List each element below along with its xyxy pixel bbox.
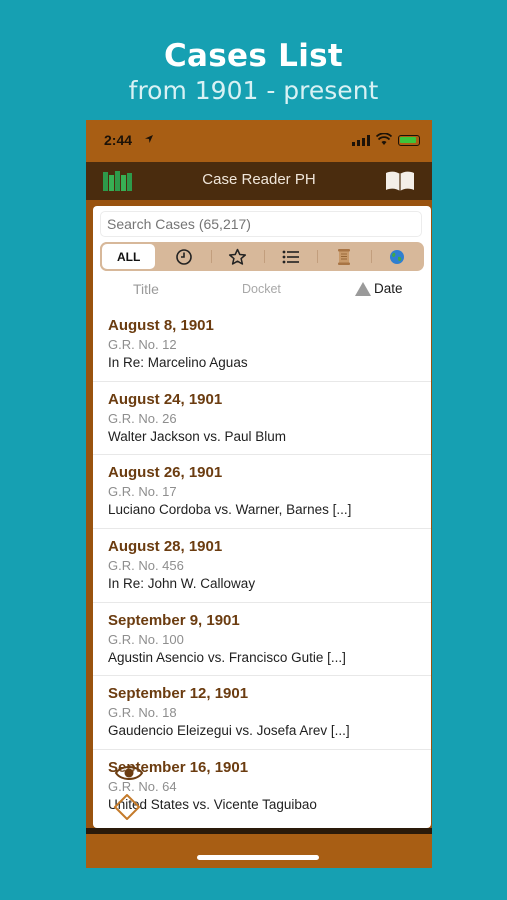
battery-icon — [398, 135, 420, 146]
case-date: September 16, 1901 — [108, 759, 249, 777]
case-list-item[interactable]: August 28, 1901 G.R. No. 456 In Re: John… — [93, 529, 431, 603]
wifi-icon — [376, 133, 392, 145]
case-parties: Luciano Cordoba vs. Warner, Barnes [...] — [108, 502, 352, 518]
nav-title: Case Reader PH — [202, 171, 316, 188]
case-number: G.R. No. 456 — [108, 558, 184, 574]
case-list-item[interactable]: August 26, 1901 G.R. No. 17 Luciano Cord… — [93, 455, 431, 530]
case-date: August 24, 1901 — [108, 390, 223, 408]
signal-icon — [352, 135, 370, 146]
case-list-item[interactable]: September 12, 1901 G.R. No. 18 Gaudencio… — [93, 676, 431, 751]
filter-favorites-button[interactable] — [210, 242, 264, 271]
filter-list-button[interactable] — [263, 242, 317, 271]
case-number: G.R. No. 18 — [108, 705, 177, 721]
case-parties: United States vs. Vicente Taguibao — [108, 797, 317, 813]
case-list-item[interactable]: August 24, 1901 G.R. No. 26 Walter Jacks… — [93, 382, 431, 456]
tag-icon[interactable] — [112, 792, 142, 822]
filter-scroll-button[interactable] — [317, 242, 370, 271]
promo-subtitle: from 1901 - present — [128, 76, 379, 105]
sort-date-label: Date — [374, 281, 403, 296]
case-list: August 8, 1901 G.R. No. 12 In Re: Marcel… — [93, 308, 431, 824]
sort-by-title-button[interactable]: Title — [133, 281, 159, 297]
clock-icon — [176, 248, 192, 265]
filter-segmented-control: ALL — [100, 242, 424, 271]
phone-screen: 2:44 Case Reader PH ALL — [86, 120, 432, 868]
case-number: G.R. No. 100 — [108, 631, 184, 647]
open-book-icon[interactable] — [384, 170, 416, 192]
star-icon — [228, 248, 246, 265]
case-date: August 8, 1901 — [108, 317, 214, 334]
sort-bar: Title Docket Date — [93, 278, 431, 302]
case-parties: Gaudencio Eleizegui vs. Josefa Arev [...… — [108, 723, 350, 739]
location-arrow-icon — [145, 135, 153, 143]
case-parties: In Re: Marcelino Aguas — [108, 355, 248, 370]
sort-by-date-button[interactable]: Date — [355, 281, 403, 296]
case-list-item[interactable]: August 8, 1901 G.R. No. 12 In Re: Marcel… — [93, 308, 431, 382]
case-date: August 26, 1901 — [108, 464, 223, 482]
case-parties: Walter Jackson vs. Paul Blum — [108, 428, 287, 444]
eye-icon[interactable] — [114, 763, 144, 783]
filter-all-label: ALL — [117, 249, 141, 264]
case-list-item[interactable]: September 9, 1901 G.R. No. 100 Agustin A… — [93, 603, 431, 677]
bottom-divider — [86, 828, 432, 834]
nav-bar: Case Reader PH — [86, 162, 432, 200]
filter-recent-button[interactable] — [157, 242, 210, 271]
home-indicator[interactable] — [197, 855, 319, 860]
list-icon — [282, 250, 299, 263]
case-number: G.R. No. 12 — [108, 337, 177, 352]
globe-icon — [390, 249, 405, 264]
filter-all-button[interactable]: ALL — [100, 242, 158, 271]
case-parties: In Re: John W. Calloway — [108, 576, 256, 592]
sort-by-docket-button[interactable]: Docket — [242, 282, 281, 296]
bottom-bar — [86, 828, 432, 868]
case-date: September 12, 1901 — [108, 685, 249, 703]
case-list-sheet: ALL Title Docket Date — [93, 206, 431, 828]
status-bar: 2:44 — [86, 120, 432, 162]
promo-title: Cases List — [163, 38, 344, 74]
case-number: G.R. No. 17 — [108, 484, 177, 500]
case-list-item[interactable]: September 16, 1901 G.R. No. 64 United St… — [93, 750, 431, 824]
filter-world-button[interactable] — [370, 242, 424, 271]
case-number: G.R. No. 64 — [108, 779, 177, 795]
case-parties: Agustin Asencio vs. Francisco Gutie [...… — [108, 649, 346, 665]
case-number: G.R. No. 26 — [108, 410, 177, 426]
search-input[interactable] — [100, 211, 422, 237]
case-date: August 28, 1901 — [108, 538, 223, 556]
scroll-icon — [337, 248, 350, 265]
sort-ascending-icon — [355, 281, 371, 296]
status-time: 2:44 — [104, 132, 133, 148]
case-date: September 9, 1901 — [108, 611, 240, 629]
